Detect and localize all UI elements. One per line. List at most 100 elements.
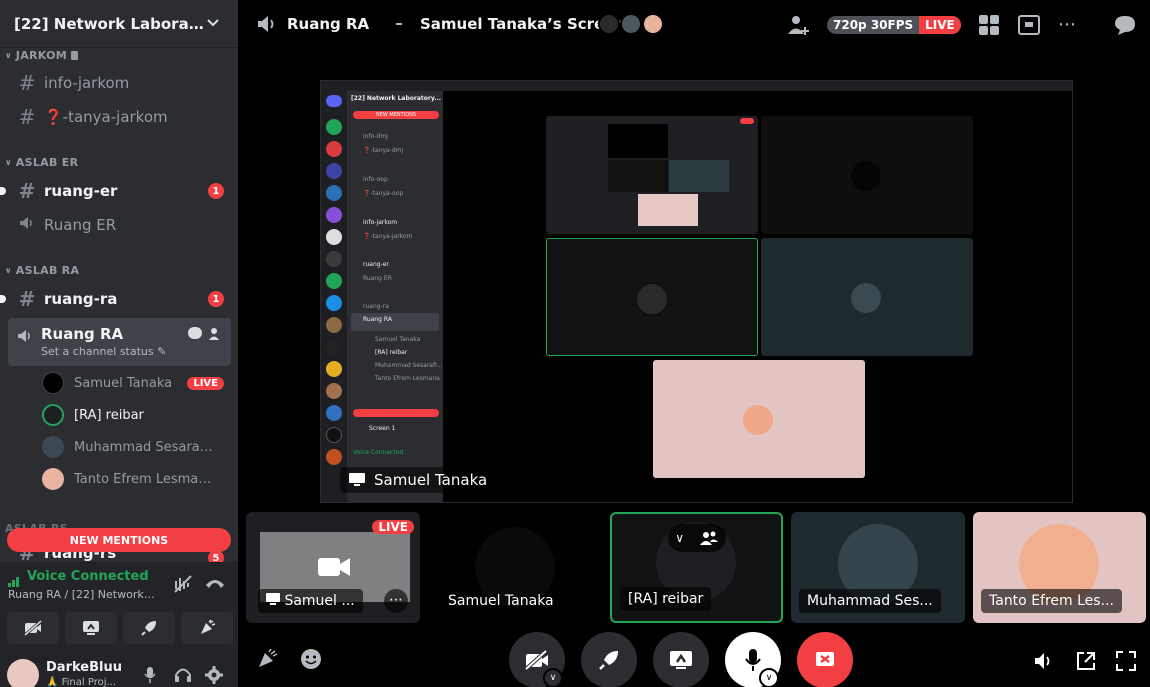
tile-controls[interactable]: ∨ <box>668 524 726 552</box>
channel-info-jarkom[interactable]: # info-jarkom <box>8 67 232 99</box>
call-topbar: Ruang RA Samuel Tanaka’s Screen 720p 30F… <box>238 0 1150 48</box>
mention-badge: 1 <box>208 291 224 307</box>
inner-channel: ❓-tanya-dmj <box>363 147 404 154</box>
popout-icon[interactable] <box>1018 15 1040 39</box>
stream-quality-badge: 720p 30FPS LIVE <box>827 16 961 34</box>
emoji-icon[interactable] <box>300 648 322 674</box>
share-screen-button[interactable] <box>65 612 117 644</box>
inner-tile-tanto <box>653 360 865 478</box>
voice-location[interactable]: Ruang RA / [22] Network L... <box>8 588 158 601</box>
noise-suppression-icon[interactable] <box>172 573 194 599</box>
tile-samuel[interactable]: Samuel Tanaka <box>428 512 602 623</box>
video-off-button[interactable] <box>7 612 59 644</box>
channel-ruang-er[interactable]: # ruang-er 1 <box>0 175 232 207</box>
avatar <box>598 13 620 35</box>
activity-button[interactable] <box>123 612 175 644</box>
speaker-icon <box>16 213 38 237</box>
server-icon <box>326 361 342 377</box>
activity-button[interactable] <box>581 632 637 687</box>
inner-voice-user: [RA] reibar <box>375 349 408 356</box>
soundboard-button[interactable] <box>181 612 233 644</box>
chevron-down-icon[interactable]: ∨ <box>759 668 779 687</box>
screen-share-icon <box>266 593 280 605</box>
chat-bubble-icon[interactable] <box>188 327 202 339</box>
disconnect-icon[interactable] <box>204 575 226 595</box>
grid-layout-icon[interactable] <box>979 15 999 39</box>
server-name: [22] Network Laboratory... <box>14 14 204 33</box>
toggle-camera-button[interactable]: ∨ <box>509 632 565 687</box>
voice-user-tanto[interactable]: Tanto Efrem Lesmana <box>42 465 232 493</box>
category-aslab-ra[interactable]: ∨ ASLAB RA <box>5 264 79 277</box>
live-badge: LIVE <box>187 376 224 390</box>
avatar <box>42 436 64 458</box>
avatar[interactable] <box>7 659 39 687</box>
fullscreen-icon[interactable] <box>1115 650 1137 676</box>
video-camera-icon <box>318 556 350 582</box>
tile-reibar[interactable]: ∨ [RA] reibar <box>610 512 783 623</box>
channel-ruang-ra[interactable]: # ruang-ra 1 <box>0 283 232 315</box>
rocket-icon <box>599 651 618 670</box>
speaker-icon <box>256 13 278 39</box>
chevron-down-icon[interactable]: ∨ <box>675 531 684 545</box>
voice-connection-panel: Voice Connected Ruang RA / [22] Network … <box>0 562 238 656</box>
tile-samuel-stream[interactable]: LIVE Samuel ... ⋯ <box>246 512 420 623</box>
chevron-down-icon: ∨ <box>5 51 12 60</box>
soundboard-icon[interactable] <box>256 648 278 674</box>
more-options-icon[interactable]: ⋯ <box>384 589 408 613</box>
popout-icon[interactable] <box>1075 650 1097 676</box>
avatar <box>42 404 64 426</box>
toggle-microphone-button[interactable]: ∨ <box>725 632 781 687</box>
server-icon <box>326 185 342 201</box>
screen-share-icon <box>83 621 99 635</box>
tile-label: Samuel Tanaka <box>448 593 554 609</box>
channel-status[interactable]: Set a channel status ✎ <box>41 345 166 358</box>
screen-share-stream[interactable]: [22] Network Laboratory... NEW MENTIONS … <box>320 80 1073 503</box>
inner-voice-connected: Voice Connected <box>353 449 404 456</box>
channel-tanya-jarkom[interactable]: # ❓-tanya-jarkom <box>8 101 232 133</box>
gear-icon[interactable] <box>205 666 223 687</box>
chevron-down-icon: ∨ <box>5 158 12 167</box>
screen-share-icon <box>349 473 365 486</box>
inner-new-mentions: NEW MENTIONS <box>353 111 439 119</box>
headphones-icon[interactable] <box>174 666 192 687</box>
chevron-down-icon: ∨ <box>5 266 12 275</box>
screen-share-icon <box>670 651 692 669</box>
chevron-down-icon[interactable]: ∨ <box>543 668 563 687</box>
category-aslab-er[interactable]: ∨ ASLAB ER <box>5 156 78 169</box>
category-jarkom[interactable]: ∨ JARKOM <box>5 49 79 62</box>
voice-channel-ruang-ra[interactable]: Ruang RA Set a channel status ✎ <box>8 318 231 366</box>
microphone-icon[interactable] <box>143 666 157 687</box>
leave-call-button[interactable] <box>797 632 853 687</box>
server-icon <box>326 163 342 179</box>
tile-tanto[interactable]: Tanto Efrem Les... <box>973 512 1146 623</box>
people-icon[interactable] <box>699 530 719 546</box>
inner-channel: ❓-tanya-oop <box>363 190 404 197</box>
inner-server-name: [22] Network Laboratory... <box>351 95 442 102</box>
voice-channel-ruang-er[interactable]: Ruang ER <box>8 209 232 241</box>
more-options-icon[interactable]: ⋯ <box>1058 14 1076 35</box>
volume-icon[interactable] <box>1032 650 1054 676</box>
voice-user-muhammad[interactable]: Muhammad Sesarafli ... <box>42 433 232 461</box>
voice-user-samuel[interactable]: Samuel Tanaka LIVE <box>42 369 232 397</box>
camera-off-icon <box>524 649 548 671</box>
add-member-icon[interactable] <box>208 326 222 345</box>
user-panel: DarkeBluu 🙏 Final Proj... <box>0 656 238 687</box>
share-screen-button[interactable] <box>653 632 709 687</box>
avatar <box>42 468 64 490</box>
tile-label: Muhammad Ses... <box>799 589 941 613</box>
new-mentions-button[interactable]: NEW MENTIONS <box>7 528 231 552</box>
server-icon <box>326 317 342 333</box>
chat-bubble-icon[interactable] <box>1114 14 1136 40</box>
server-icon <box>326 207 342 223</box>
voice-user-reibar[interactable]: [RA] reibar <box>42 401 232 429</box>
inner-tile-muhammad <box>761 238 973 356</box>
hashtag-icon: # <box>18 71 36 95</box>
username[interactable]: DarkeBluu <box>46 660 122 675</box>
tile-muhammad[interactable]: Muhammad Ses... <box>791 512 965 623</box>
inner-channel: info-oop <box>363 176 388 183</box>
add-user-icon[interactable] <box>786 13 810 41</box>
speaker-icon <box>16 327 34 349</box>
server-header[interactable]: [22] Network Laboratory... <box>0 0 238 48</box>
participant-avatars[interactable] <box>598 13 668 37</box>
voice-status[interactable]: Voice Connected <box>27 569 149 584</box>
